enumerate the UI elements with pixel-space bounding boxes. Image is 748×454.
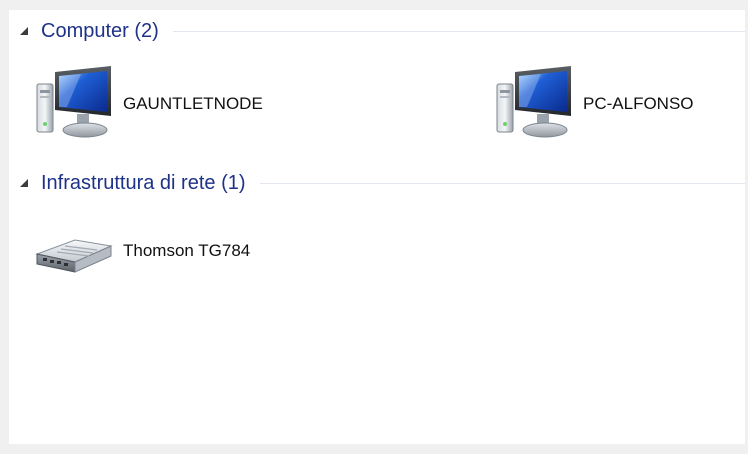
group-header-infrastructure[interactable]: Infrastruttura di rete (1) [9,168,745,198]
network-items-view[interactable]: Computer (2) GAUNTLETNODE PC-ALFONSO Inf… [9,10,745,444]
network-item-label: PC-ALFONSO [583,94,694,113]
computer-icon [31,64,115,144]
computer-icon [491,64,575,144]
network-item-pc-alfonso[interactable]: PC-ALFONSO [491,64,694,144]
group-title-infrastructure[interactable]: Infrastruttura di rete (1) [41,172,246,195]
router-icon [31,216,115,286]
group-separator [172,30,745,32]
collapse-triangle-icon[interactable] [19,26,29,36]
group-separator [259,182,745,184]
collapse-triangle-icon[interactable] [19,178,29,188]
redaction-mark [299,210,469,314]
group-title-computer[interactable]: Computer (2) [41,20,159,43]
network-explorer-window: Computer (2) GAUNTLETNODE PC-ALFONSO Inf… [0,0,748,454]
network-item-label: Thomson TG784 [123,241,251,260]
network-item-thomson-tg784[interactable]: Thomson TG784 [31,216,250,286]
network-item-label: GAUNTLETNODE [123,94,263,113]
network-item-gauntletnode[interactable]: GAUNTLETNODE [31,64,263,144]
group-header-computer[interactable]: Computer (2) [9,16,745,46]
